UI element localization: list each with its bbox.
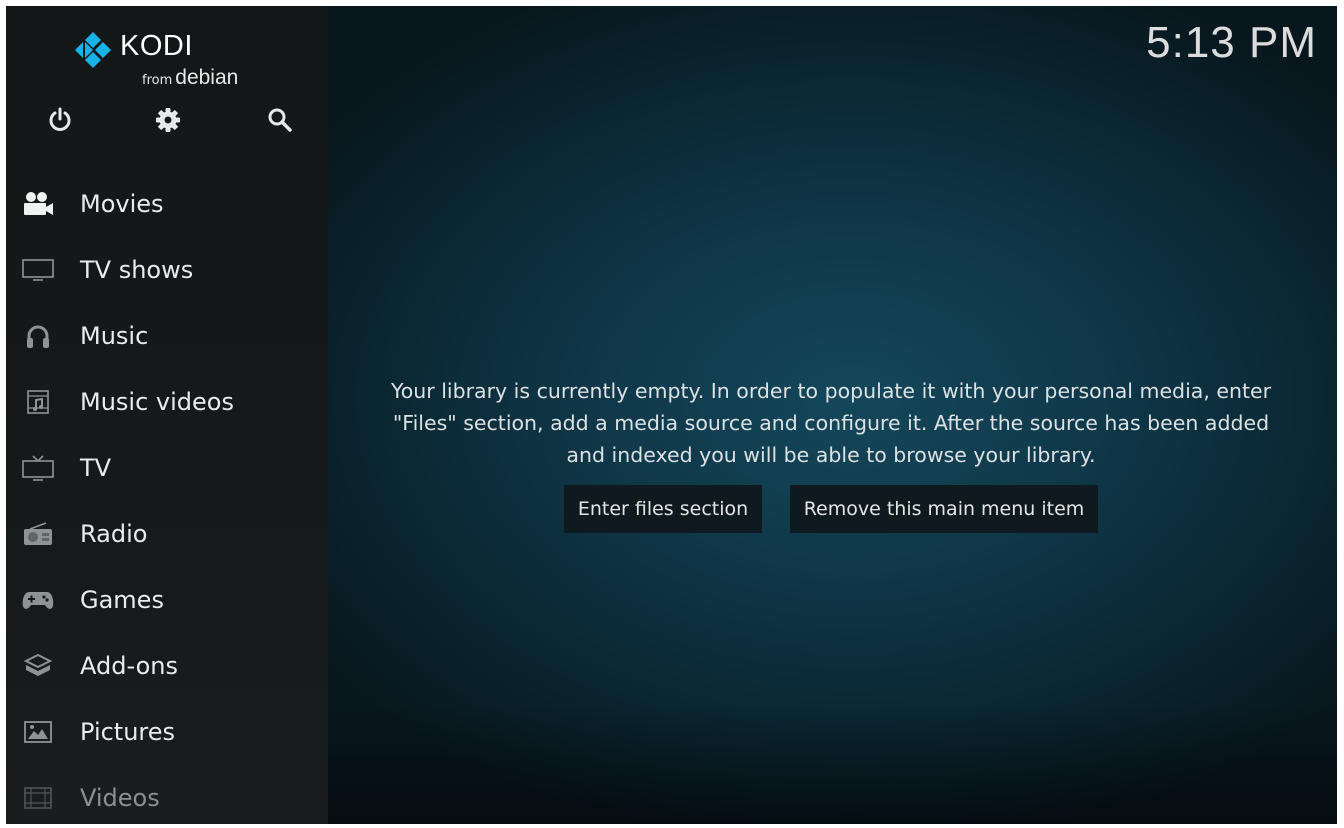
menu-item-label: Radio (80, 520, 148, 548)
menu-item-tv[interactable]: TV (6, 438, 328, 498)
empty-library-message: Your library is currently empty. In orde… (346, 375, 1316, 471)
menu-item-label: Add-ons (80, 652, 178, 680)
search-icon[interactable] (264, 104, 296, 136)
power-icon[interactable] (44, 104, 76, 136)
menu-item-label: Videos (80, 784, 160, 812)
logo-distro: debian (175, 66, 239, 89)
logo-from: from (142, 73, 173, 88)
menu-item-label: Music videos (80, 388, 234, 416)
kodi-window: KODI from debian Movies TV shows Music M… (6, 6, 1337, 824)
clock: 5:13 PM (1146, 18, 1317, 67)
message-line: "Files" section, add a media source and … (392, 411, 1270, 435)
menu-item-add-ons[interactable]: Add-ons (6, 636, 328, 696)
tv-icon (20, 453, 56, 483)
menu-item-music-videos[interactable]: Music videos (6, 372, 328, 432)
enter-files-section-button[interactable]: Enter files section (564, 485, 762, 533)
radio-icon (20, 519, 56, 549)
videos-icon (20, 783, 56, 813)
pictures-icon (20, 717, 56, 747)
tv-shows-icon (20, 255, 56, 285)
message-line: and indexed you will be able to browse y… (566, 443, 1096, 467)
remove-menu-item-button[interactable]: Remove this main menu item (790, 485, 1098, 533)
gamepad-icon (20, 585, 56, 615)
menu-item-label: Pictures (80, 718, 176, 746)
menu-item-label: TV (80, 454, 112, 482)
kodi-logo: KODI from debian (72, 28, 262, 90)
menu-item-games[interactable]: Games (6, 570, 328, 630)
menu-item-pictures[interactable]: Pictures (6, 702, 328, 762)
top-icon-bar (6, 104, 328, 136)
sidebar: KODI from debian Movies TV shows Music M… (6, 6, 328, 824)
menu-item-radio[interactable]: Radio (6, 504, 328, 564)
kodi-logo-icon (75, 32, 111, 68)
menu-item-label: Games (80, 586, 164, 614)
menu-item-videos[interactable]: Videos (6, 768, 328, 824)
menu-item-movies[interactable]: Movies (6, 174, 328, 234)
music-videos-icon (20, 387, 56, 417)
logo-title: KODI (120, 30, 193, 62)
logo-subtitle: from debian (142, 66, 238, 90)
menu-item-label: Movies (80, 190, 164, 218)
menu-item-music[interactable]: Music (6, 306, 328, 366)
message-line: Your library is currently empty. In orde… (390, 379, 1272, 403)
movies-icon (20, 189, 56, 219)
window-border (1337, 0, 1344, 828)
addons-icon (20, 651, 56, 681)
headphones-icon (20, 321, 56, 351)
menu-item-label: Music (80, 322, 149, 350)
menu-item-tv-shows[interactable]: TV shows (6, 240, 328, 300)
settings-icon[interactable] (152, 104, 184, 136)
menu-item-label: TV shows (80, 256, 194, 284)
